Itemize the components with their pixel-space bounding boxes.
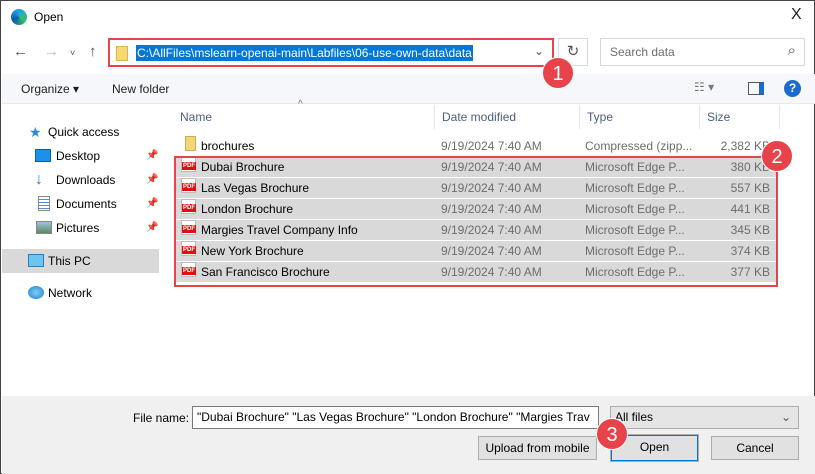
- column-header-size[interactable]: Size: [700, 105, 780, 129]
- pin-icon: 📌: [146, 150, 159, 161]
- network-icon: [28, 286, 44, 299]
- chevron-down-icon[interactable]: ⌄: [534, 44, 544, 58]
- column-header-name[interactable]: Name: [173, 105, 435, 129]
- file-row[interactable]: brochures 9/19/2024 7:40 AM Compressed (zi…: [176, 136, 776, 157]
- column-header-date[interactable]: Date modified: [435, 105, 580, 129]
- file-name-value: "Dubai Brochure" "Las Vegas Brochure" "L…: [197, 410, 590, 424]
- file-name-label: File name:: [133, 411, 190, 425]
- sidebar-item-downloads[interactable]: ↓ Downloads 📌: [2, 168, 159, 192]
- cancel-button[interactable]: Cancel: [711, 436, 799, 460]
- desktop-icon: [35, 149, 51, 162]
- file-name-input[interactable]: "Dubai Brochure" "Las Vegas Brochure" "L…: [192, 406, 599, 429]
- selection-highlight-box: [174, 156, 778, 287]
- open-dialog: Open X ← → ˅ ↑ C:\AllFiles\mslearn-opena…: [0, 0, 815, 474]
- sidebar-item-quick-access[interactable]: ★ Quick access: [2, 120, 159, 144]
- toolbar: Organize ▾ New folder ☷ ▾ ?: [2, 74, 815, 104]
- forward-icon[interactable]: →: [44, 43, 59, 60]
- navigation-pane: ★ Quick access Desktop 📌 ↓ Downloads 📌 Docum…: [2, 104, 159, 396]
- pin-icon: 📌: [146, 198, 159, 209]
- help-button[interactable]: ?: [784, 80, 801, 97]
- pictures-icon: [36, 221, 52, 234]
- step-badge-2: 2: [761, 140, 793, 172]
- step-badge-3: 3: [596, 418, 628, 450]
- computer-icon: [28, 254, 44, 267]
- download-icon: ↓: [35, 171, 43, 188]
- star-icon: ★: [29, 124, 42, 140]
- sidebar-item-desktop[interactable]: Desktop 📌: [2, 144, 159, 168]
- dialog-title: Open: [34, 10, 64, 24]
- file-type: Compressed (zipp...: [585, 139, 693, 153]
- sidebar-item-network[interactable]: Network: [2, 281, 159, 305]
- chevron-down-icon: ⌄: [780, 410, 791, 424]
- column-header-type[interactable]: Type: [580, 105, 700, 129]
- documents-icon: [38, 196, 50, 211]
- address-path[interactable]: C:\AllFiles\mslearn-openai-main\Labfiles…: [136, 45, 473, 61]
- close-button[interactable]: X: [791, 6, 802, 24]
- sidebar-item-pictures[interactable]: Pictures 📌: [2, 216, 159, 240]
- edge-logo-icon: [11, 9, 27, 25]
- search-icon: ⌕: [787, 42, 796, 59]
- back-icon[interactable]: ←: [13, 43, 28, 60]
- up-icon[interactable]: ↑: [89, 43, 97, 60]
- zip-folder-icon: [185, 136, 196, 151]
- search-placeholder: Search data: [610, 45, 675, 59]
- recent-dropdown-icon[interactable]: ˅: [70, 48, 75, 58]
- pin-icon: 📌: [146, 174, 159, 185]
- step-badge-1: 1: [542, 57, 574, 89]
- preview-pane-icon[interactable]: [748, 82, 764, 95]
- file-name: brochures: [201, 139, 255, 153]
- sidebar-item-documents[interactable]: Documents 📌: [2, 192, 159, 216]
- file-date: 9/19/2024 7:40 AM: [441, 139, 542, 153]
- search-input[interactable]: Search data ⌕: [600, 38, 805, 66]
- upload-from-mobile-button[interactable]: Upload from mobile: [478, 436, 597, 460]
- pin-icon: 📌: [146, 222, 159, 233]
- organize-button[interactable]: Organize ▾: [21, 82, 79, 96]
- dialog-footer: File name: "Dubai Brochure" "Las Vegas B…: [2, 396, 815, 474]
- address-bar[interactable]: C:\AllFiles\mslearn-openai-main\Labfiles…: [108, 38, 554, 67]
- sidebar-item-this-pc[interactable]: This PC: [2, 249, 159, 273]
- file-type-select[interactable]: All files ⌄: [610, 406, 799, 429]
- view-options-icon[interactable]: ☷ ▾: [694, 80, 714, 94]
- folder-icon: [116, 46, 128, 61]
- new-folder-button[interactable]: New folder: [112, 82, 169, 96]
